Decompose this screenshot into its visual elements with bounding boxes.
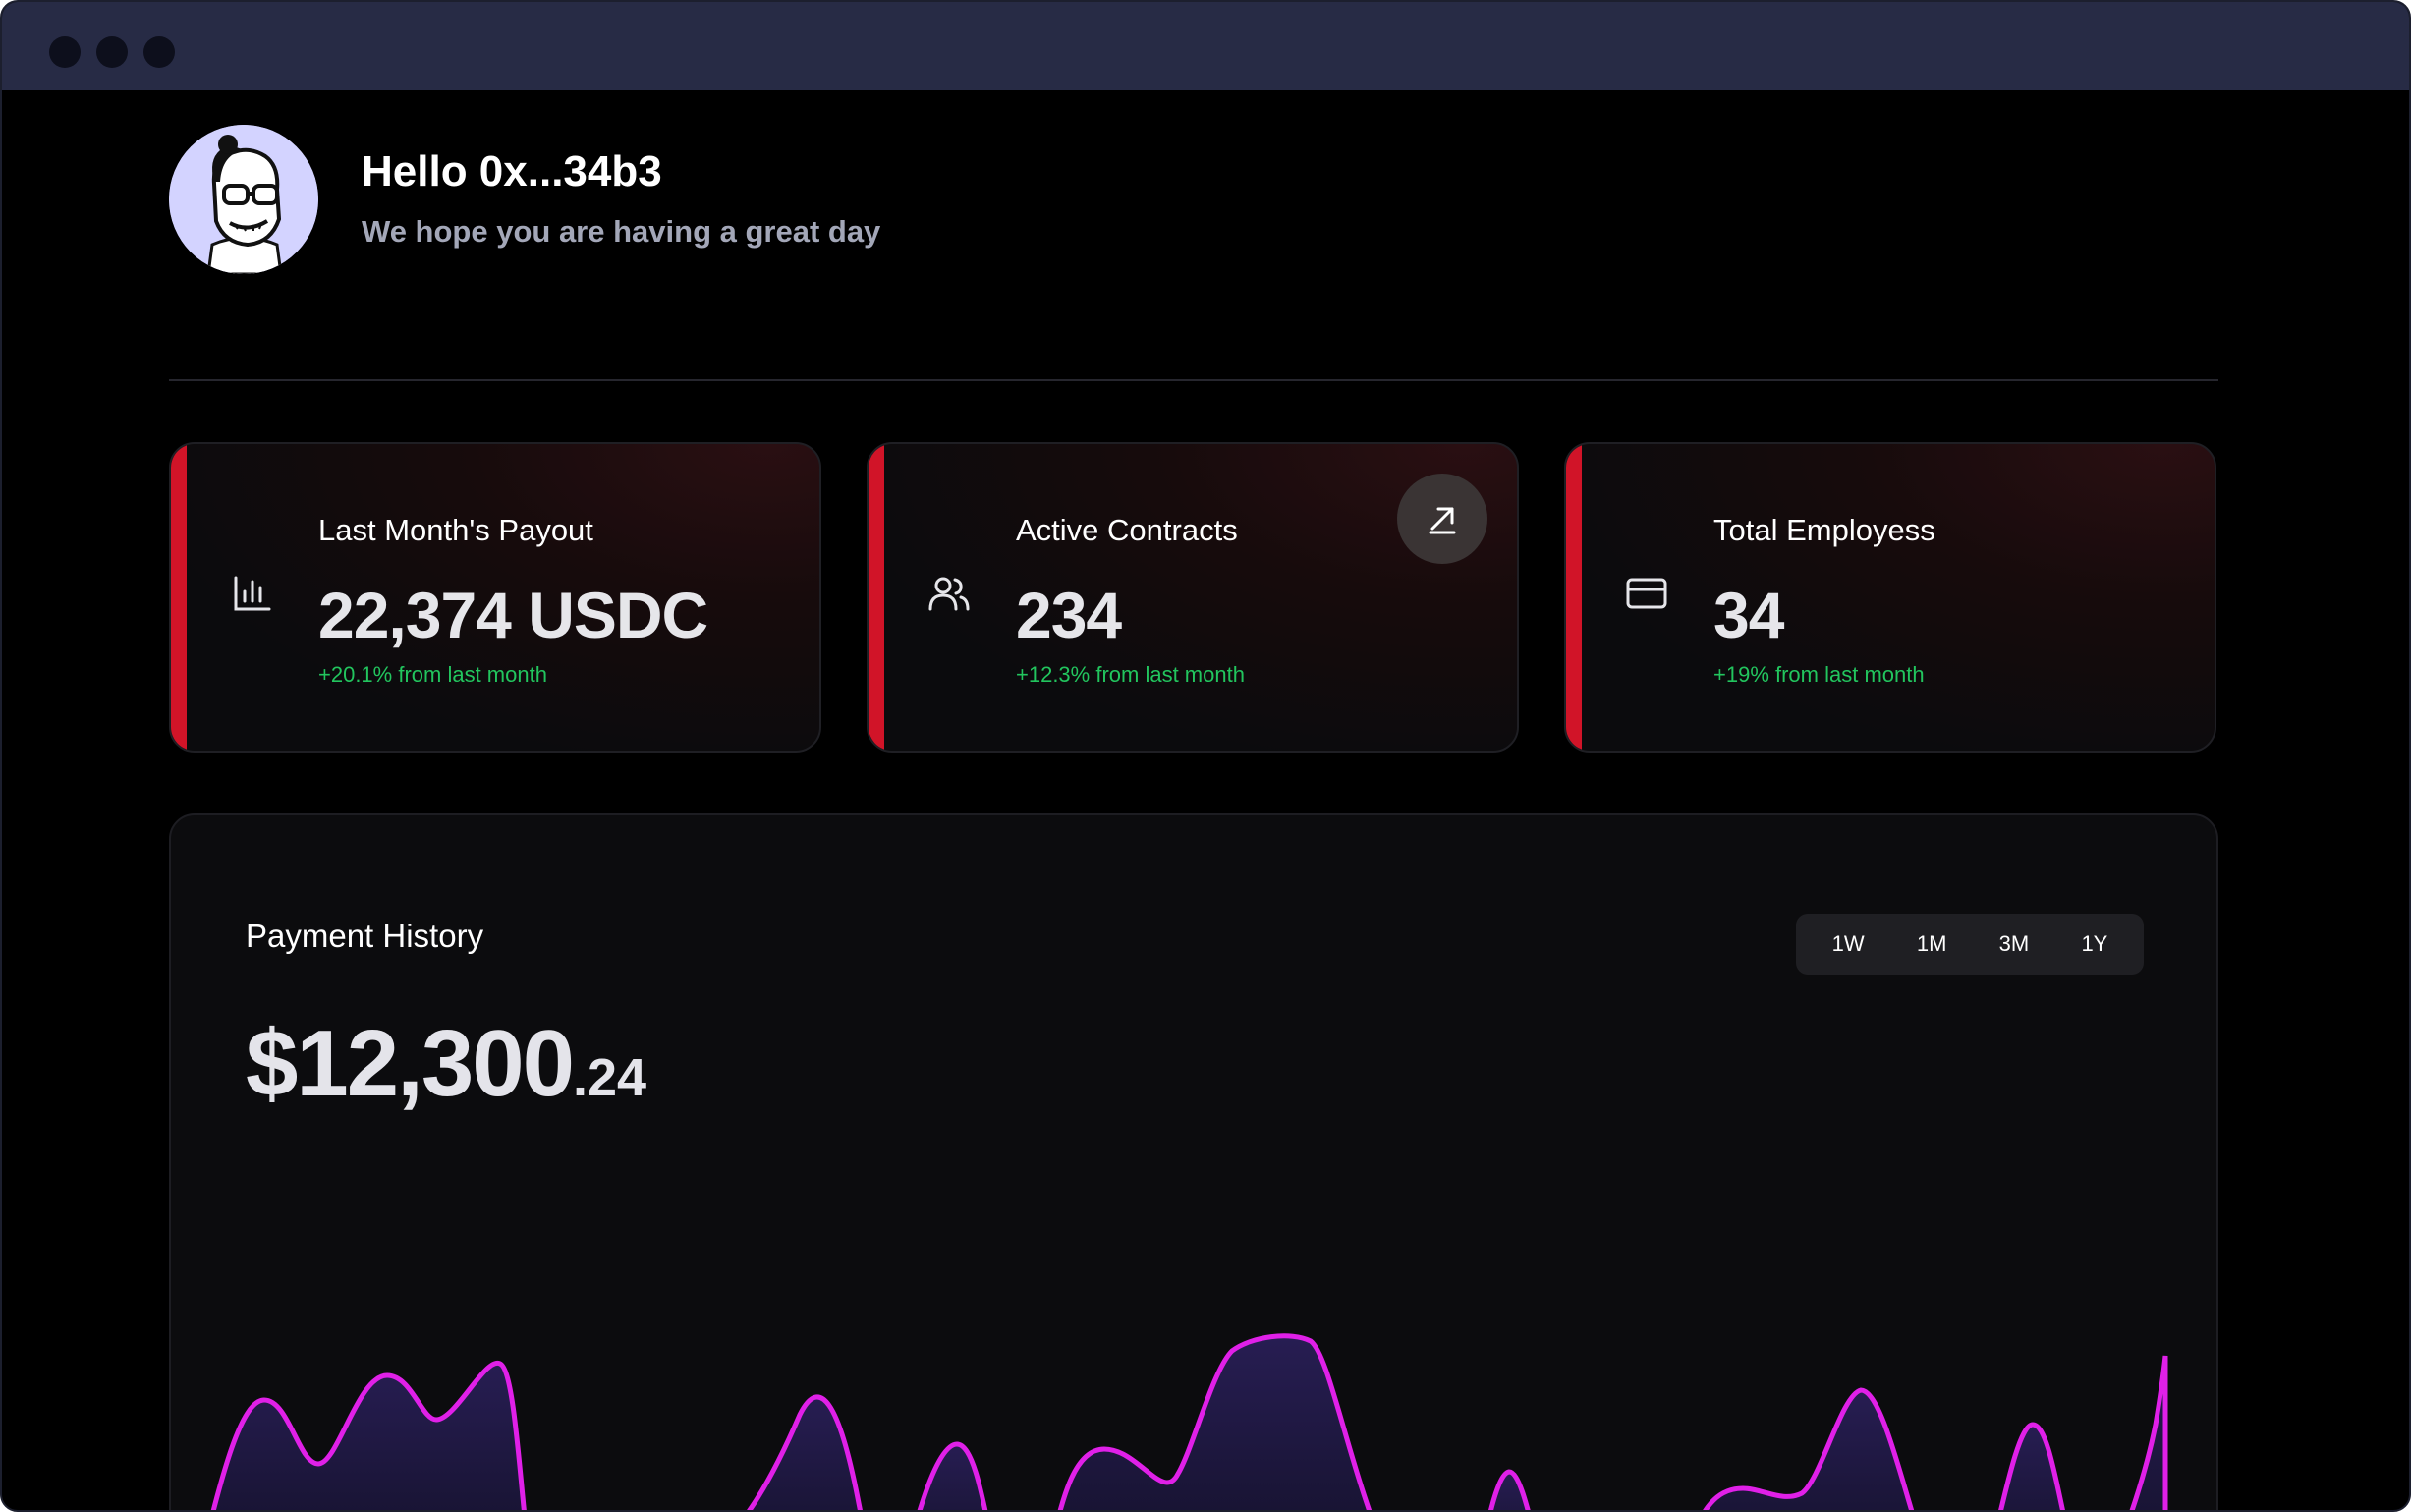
range-1y-button[interactable]: 1Y [2067, 924, 2121, 965]
stat-card-contracts[interactable]: Active Contracts 234 +12.3% from last mo… [867, 442, 1519, 753]
card-value: 22,374 USDC [318, 579, 708, 651]
divider [169, 379, 2218, 381]
card-value: 34 [1713, 579, 1784, 651]
payment-history-panel: Payment History $12,300.24 1W 1M 3M 1Y [169, 813, 2218, 1510]
payment-amount: $12,300.24 [246, 1010, 646, 1118]
bar-chart-icon [234, 576, 271, 611]
chart-area-segments [210, 1333, 2168, 1510]
avatar[interactable] [169, 125, 318, 274]
chart-segment [1487, 1469, 1531, 1510]
panel-title: Payment History [246, 918, 484, 954]
window-close-button[interactable] [49, 36, 81, 68]
range-1w-button[interactable]: 1W [1819, 924, 1878, 965]
chart-segment [1998, 1422, 2065, 1510]
arrow-up-right-icon [1429, 507, 1456, 534]
chart-segment [917, 1441, 988, 1510]
chart-segment [746, 1394, 863, 1510]
chart-segment [1057, 1333, 1373, 1510]
stat-card-payout[interactable]: Last Month's Payout 22,374 USDC +20.1% f… [169, 442, 821, 753]
window-maximize-button[interactable] [143, 36, 175, 68]
amount-main: $12,300 [246, 1011, 575, 1116]
range-3m-button[interactable]: 3M [1986, 924, 2044, 965]
dashboard: Hello 0x...34b3 We hope you are having a… [2, 90, 2409, 1510]
range-selector: 1W 1M 3M 1Y [1796, 914, 2144, 975]
card-delta: +19% from last month [1713, 662, 1925, 687]
card-label: Active Contracts [1016, 513, 1238, 547]
payment-history-chart [210, 1333, 2168, 1510]
title-bar [2, 2, 2409, 90]
users-icon [928, 577, 970, 611]
card-accent-bar [171, 444, 187, 751]
window-minimize-button[interactable] [96, 36, 128, 68]
card-delta: +20.1% from last month [318, 662, 547, 687]
greeting-subtitle: We hope you are having a great day [362, 214, 881, 249]
card-label: Last Month's Payout [318, 513, 593, 547]
card-value: 234 [1016, 579, 1122, 651]
card-accent-bar [869, 444, 884, 751]
open-contracts-button[interactable] [1397, 474, 1487, 564]
card-delta: +12.3% from last month [1016, 662, 1245, 687]
chart-segment [2129, 1355, 2168, 1510]
card-accent-bar [1566, 444, 1582, 751]
app-window: Hello 0x...34b3 We hope you are having a… [0, 0, 2411, 1512]
chart-segment [1703, 1387, 1915, 1510]
avatar-illustration-icon [169, 125, 318, 274]
credit-card-icon [1626, 578, 1667, 609]
range-1m-button[interactable]: 1M [1903, 924, 1961, 965]
amount-cents: .24 [573, 1048, 647, 1107]
greeting-title: Hello 0x...34b3 [362, 147, 662, 196]
card-label: Total Employess [1713, 513, 1935, 547]
chart-segment [210, 1361, 527, 1510]
stat-card-employees[interactable]: Total Employess 34 +19% from last month [1564, 442, 2216, 753]
